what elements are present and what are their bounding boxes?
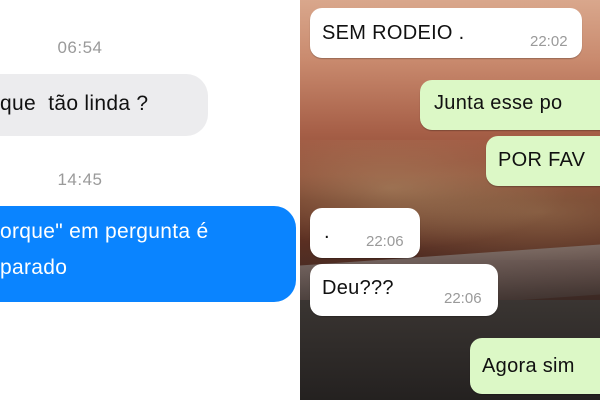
message-text-line: parado (0, 256, 68, 279)
incoming-message-bubble[interactable]: que tão linda ? (0, 74, 208, 136)
message-text: que tão linda ? (0, 92, 149, 115)
message-text: . (324, 221, 330, 243)
sent-message-bubble[interactable]: Agora sim (470, 338, 600, 394)
message-text-line: orque" em pergunta é (0, 220, 209, 243)
whatsapp-chat-panel: SEM RODEIO . 22:02 Junta esse po POR FAV… (300, 0, 600, 400)
messenger-chat-panel: 06:54 que tão linda ? 14:45 orque" em pe… (0, 0, 300, 400)
received-message-bubble[interactable]: . 22:06 (310, 208, 420, 258)
message-text: Agora sim (482, 355, 575, 377)
message-time: 22:02 (530, 33, 568, 50)
timestamp: 14:45 (57, 170, 103, 189)
message-time: 22:06 (444, 290, 482, 307)
received-message-bubble[interactable]: SEM RODEIO . 22:02 (310, 8, 582, 58)
received-message-bubble[interactable]: Deu??? 22:06 (310, 264, 498, 316)
message-text: SEM RODEIO . (322, 22, 465, 44)
outgoing-message-bubble[interactable]: orque" em pergunta é parado (0, 206, 296, 302)
message-time: 22:06 (366, 233, 404, 250)
timestamp: 06:54 (57, 38, 103, 57)
message-text: Junta esse po (434, 92, 563, 114)
message-text: POR FAV (498, 149, 586, 171)
message-text: Deu??? (322, 277, 394, 299)
sent-message-bubble[interactable]: POR FAV (486, 136, 600, 186)
sent-message-bubble[interactable]: Junta esse po (420, 80, 600, 130)
